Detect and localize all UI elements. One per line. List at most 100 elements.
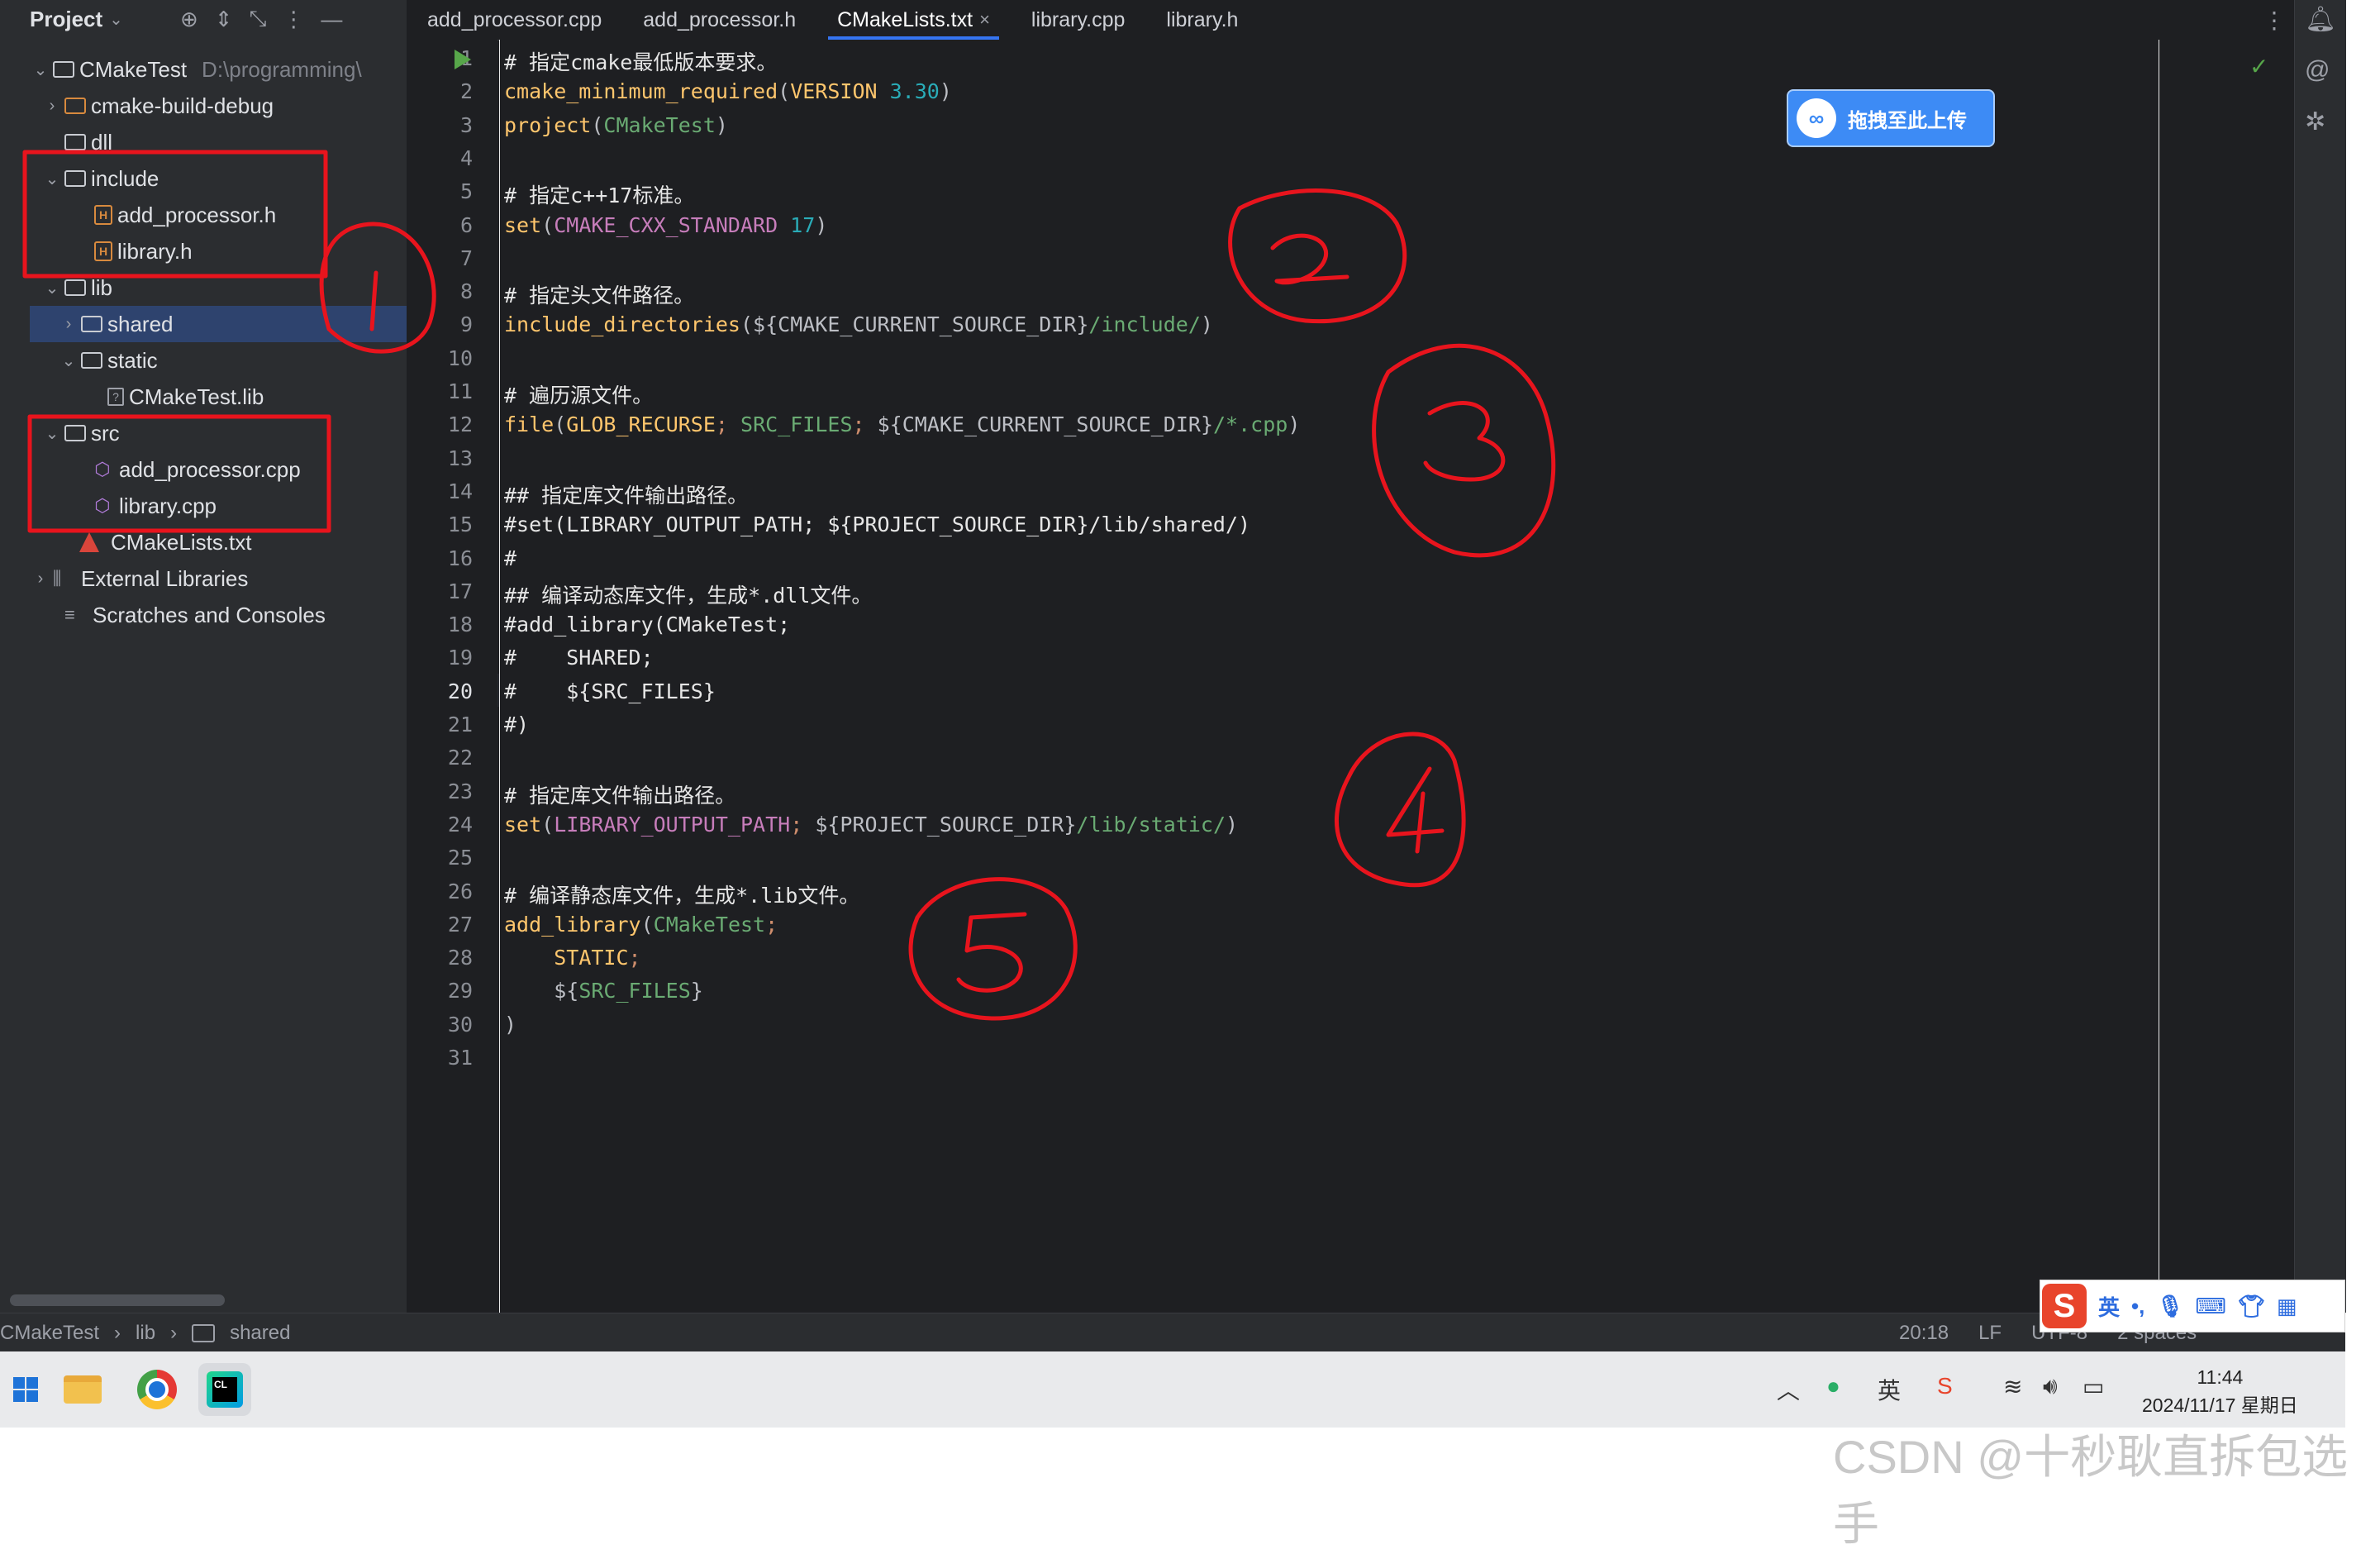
line-ending[interactable]: LF <box>1978 1322 2002 1345</box>
line-number[interactable]: 3 <box>407 113 473 137</box>
line-number[interactable]: 11 <box>407 379 473 403</box>
line-number[interactable]: 29 <box>407 979 473 1003</box>
keyboard-icon[interactable]: ⌨ <box>2195 1294 2226 1319</box>
line-number[interactable]: 16 <box>407 546 473 570</box>
breadcrumb-item[interactable]: lib <box>136 1322 155 1345</box>
run-icon[interactable] <box>455 50 471 69</box>
chevron-down-icon[interactable]: ⌄ <box>109 9 123 30</box>
code-line[interactable]: ## 指定库文件输出路径。 <box>504 479 748 509</box>
line-number[interactable]: 19 <box>407 646 473 670</box>
code-line[interactable]: #set(LIBRARY_OUTPUT_PATH; ${PROJECT_SOUR… <box>504 512 1250 536</box>
project-panel-title[interactable]: Project <box>30 7 102 32</box>
wifi-icon[interactable]: ≋ <box>2003 1373 2022 1400</box>
line-number[interactable]: 25 <box>407 846 473 870</box>
tree-item-scratches[interactable]: ≡ Scratches and Consoles <box>0 597 468 633</box>
chevron-right-icon[interactable]: › <box>43 97 61 116</box>
tree-item-static[interactable]: ⌄ static <box>0 342 466 379</box>
chevron-down-icon[interactable]: ⌄ <box>43 278 61 298</box>
line-number[interactable]: 20 <box>407 679 473 703</box>
code-line[interactable]: file(GLOB_RECURSE; SRC_FILES; ${CMAKE_CU… <box>504 412 1300 436</box>
code-line[interactable]: cmake_minimum_required(VERSION 3.30) <box>504 79 952 103</box>
chrome-icon[interactable] <box>131 1363 183 1416</box>
tree-item-cmaketest[interactable]: ⌄ CMakeTest D:\programming\ <box>0 51 438 88</box>
code-line[interactable]: add_library(CMakeTest; <box>504 913 778 937</box>
line-number[interactable]: 31 <box>407 1046 473 1070</box>
line-number[interactable]: 18 <box>407 613 473 636</box>
sogou-tray-icon[interactable]: S <box>1937 1373 1953 1399</box>
collapse-all-icon[interactable]: ⤡ <box>250 6 267 32</box>
tab-library-cpp[interactable]: library.cpp <box>1011 0 1145 40</box>
code-line[interactable]: project(CMakeTest) <box>504 113 728 137</box>
line-number[interactable]: 28 <box>407 946 473 970</box>
tab-cmakelists[interactable]: CMakeLists.txt × <box>816 0 1011 40</box>
expand-all-icon[interactable]: ⇕ <box>215 7 233 32</box>
ime-tray-icon[interactable]: 英 <box>1878 1373 1901 1406</box>
code-line[interactable]: # 指定cmake最低版本要求。 <box>504 46 777 76</box>
chevron-down-icon[interactable]: ⌄ <box>31 60 50 80</box>
chevron-right-icon[interactable]: › <box>60 315 78 334</box>
code-line[interactable]: # 指定c++17标准。 <box>504 179 694 209</box>
more-options-icon[interactable]: ⋮ <box>283 7 304 32</box>
tree-item-external-libraries[interactable]: › ⫼ External Libraries <box>0 560 438 597</box>
line-number[interactable]: 7 <box>407 246 473 270</box>
line-number[interactable]: 9 <box>407 312 473 336</box>
line-number[interactable]: 17 <box>407 579 473 603</box>
breadcrumb-item[interactable]: shared <box>230 1322 290 1345</box>
chevron-down-icon[interactable]: ⌄ <box>43 423 61 444</box>
volume-icon[interactable]: 🔊︎ <box>2043 1373 2058 1400</box>
skin-icon[interactable]: 👕︎ <box>2238 1294 2265 1319</box>
code-line[interactable]: include_directories(${CMAKE_CURRENT_SOUR… <box>504 312 1213 336</box>
code-line[interactable]: ${SRC_FILES} <box>504 979 703 1003</box>
code-line[interactable]: #) <box>504 713 529 736</box>
horizontal-scrollbar[interactable] <box>10 1294 225 1306</box>
close-icon[interactable]: × <box>979 9 990 31</box>
tree-item-include[interactable]: ⌄ include <box>0 160 450 197</box>
code-line[interactable]: set(CMAKE_CXX_STANDARD 17) <box>504 213 827 237</box>
chevron-down-icon[interactable]: ⌄ <box>60 350 78 371</box>
code-line[interactable]: # 遍历源文件。 <box>504 379 653 409</box>
line-number[interactable]: 2 <box>407 79 473 103</box>
file-explorer-icon[interactable] <box>56 1363 109 1416</box>
chevron-down-icon[interactable]: ⌄ <box>43 169 61 189</box>
code-line[interactable]: # <box>504 546 516 570</box>
minimize-icon[interactable]: — <box>321 7 342 32</box>
line-number[interactable]: 5 <box>407 179 473 203</box>
code-line[interactable]: set(LIBRARY_OUTPUT_PATH; ${PROJECT_SOURC… <box>504 813 1238 837</box>
line-number[interactable]: 24 <box>407 813 473 837</box>
microphone-icon[interactable]: 🎙︎ <box>2156 1294 2183 1319</box>
clion-icon[interactable]: CL <box>198 1363 251 1416</box>
line-number[interactable]: 22 <box>407 746 473 770</box>
tree-item-src[interactable]: ⌄ src <box>0 415 450 451</box>
upload-dropzone-button[interactable]: ∞ 拖拽至此上传 <box>1787 89 1995 147</box>
line-number[interactable]: 30 <box>407 1013 473 1037</box>
line-number[interactable]: 10 <box>407 346 473 370</box>
tab-library-h[interactable]: library.h <box>1145 0 1259 40</box>
wechat-icon[interactable]: ● <box>1826 1373 1840 1399</box>
tree-item-cmake-build-debug[interactable]: › cmake-build-debug <box>0 88 450 124</box>
plugin-icon[interactable]: ✲ <box>2305 107 2325 136</box>
more-options-icon[interactable]: ⋮ <box>2263 7 2286 34</box>
code-line[interactable]: # SHARED; <box>504 646 654 670</box>
line-number[interactable]: 8 <box>407 279 473 303</box>
code-line[interactable]: ) <box>504 1013 516 1037</box>
tree-item-shared[interactable]: › shared <box>30 306 415 342</box>
tree-item-lib[interactable]: ⌄ lib <box>0 269 450 306</box>
show-hidden-icons-icon[interactable]: ︿ <box>1777 1373 1800 1406</box>
line-number[interactable]: 14 <box>407 479 473 503</box>
caret-position[interactable]: 20:18 <box>1899 1322 1949 1345</box>
battery-icon[interactable]: ▭ <box>2082 1373 2104 1400</box>
windows-start-icon[interactable] <box>0 1363 53 1416</box>
ai-assistant-icon[interactable]: @ <box>2305 56 2330 84</box>
locate-icon[interactable]: ⊕ <box>180 7 198 32</box>
sogou-logo[interactable]: S <box>2042 1284 2087 1328</box>
line-number[interactable]: 26 <box>407 879 473 903</box>
code-line[interactable]: #add_library(CMakeTest; <box>504 613 790 636</box>
code-line[interactable]: # ${SRC_FILES} <box>504 679 716 703</box>
grid-menu-icon[interactable]: ▦ <box>2277 1294 2297 1319</box>
line-number[interactable]: 12 <box>407 412 473 436</box>
line-number[interactable]: 6 <box>407 213 473 237</box>
code-line[interactable]: # 指定头文件路径。 <box>504 279 694 309</box>
line-number[interactable]: 27 <box>407 913 473 937</box>
check-icon[interactable]: ✓ <box>2249 53 2268 80</box>
ime-language-toggle[interactable]: 英 <box>2098 1291 2120 1322</box>
